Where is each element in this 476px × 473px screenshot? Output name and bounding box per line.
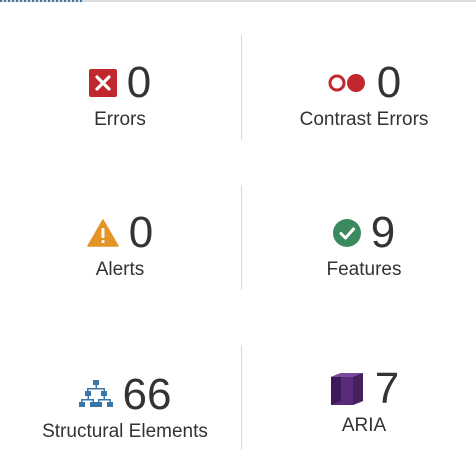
errors-count: 0 — [126, 58, 152, 107]
alerts-card[interactable]: 0 Alerts — [0, 208, 240, 282]
errors-label: Errors — [94, 109, 146, 130]
aria-cube-icon — [329, 371, 365, 407]
column-divider — [241, 35, 242, 140]
alerts-label: Alerts — [95, 259, 145, 280]
structural-elements-card[interactable]: 66 Structural Elements — [5, 370, 245, 444]
error-x-icon — [88, 69, 117, 97]
contrast-label: Contrast Errors — [299, 109, 429, 130]
wave-summary-panel: 0 Errors 0 Contrast Errors 0 Alerts 9 Fe… — [0, 0, 476, 473]
aria-card[interactable]: 7 ARIA — [244, 364, 476, 438]
warning-triangle-icon — [87, 219, 119, 247]
alerts-count: 0 — [128, 208, 154, 257]
features-label: Features — [326, 259, 402, 280]
features-card[interactable]: 9 Features — [244, 208, 476, 282]
features-count: 9 — [370, 208, 396, 257]
aria-label: ARIA — [341, 415, 387, 436]
aria-count: 7 — [374, 364, 400, 413]
contrast-icon — [327, 73, 367, 93]
contrast-errors-card[interactable]: 0 Contrast Errors — [244, 58, 476, 132]
check-circle-icon — [332, 219, 361, 247]
structural-label: Structural Elements — [42, 421, 208, 442]
hierarchy-icon — [78, 380, 113, 410]
column-divider — [241, 185, 242, 290]
structural-count: 66 — [122, 370, 172, 419]
active-tab-indicator — [0, 0, 82, 2]
errors-card[interactable]: 0 Errors — [0, 58, 240, 132]
contrast-count: 0 — [376, 58, 402, 107]
